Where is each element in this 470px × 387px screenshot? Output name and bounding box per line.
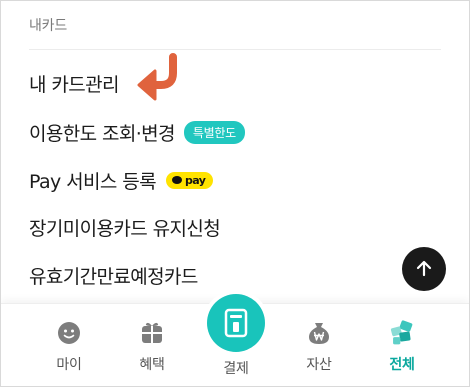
arrow-up-icon (416, 260, 432, 277)
menu-item-label: 내 카드관리 (29, 73, 119, 96)
card-menu-screen: 내카드 내 카드관리 이용한도 조회·변경 특별한도 Pay 서비스 등록 pa… (0, 0, 470, 387)
tab-label: 전체 (389, 357, 415, 373)
scroll-top-button[interactable] (402, 247, 446, 291)
won-bag-icon (306, 320, 332, 346)
curved-arrow-left-icon (137, 53, 177, 101)
menu-item-label: Pay 서비스 등록 (29, 170, 157, 193)
menu-item-label: 장기미이용카드 유지신청 (29, 217, 221, 240)
menu-item-limit-inquiry[interactable]: 이용한도 조회·변경 특별한도 (29, 117, 245, 147)
all-menu-icon (389, 320, 415, 346)
card-slot-icon (207, 294, 265, 352)
tab-label: 결제 (223, 361, 249, 377)
section-divider (29, 49, 441, 50)
menu-item-my-card-manage[interactable]: 내 카드관리 (29, 68, 119, 98)
gift-box-icon (139, 320, 165, 346)
tab-pay[interactable]: 결제 (205, 294, 267, 378)
menu-item-label: 유효기간만료예정카드 (29, 265, 198, 288)
smiley-face-icon (56, 320, 82, 346)
tab-label: 자산 (306, 357, 332, 373)
section-title: 내카드 (29, 18, 68, 34)
tab-all[interactable]: 전체 (372, 320, 432, 374)
menu-item-expiring-cards[interactable]: 유효기간만료예정카드 (29, 260, 198, 290)
menu-item-pay-service[interactable]: Pay 서비스 등록 pay (29, 165, 214, 195)
special-limit-badge: 특별한도 (183, 120, 245, 144)
menu-item-label: 이용한도 조회·변경 (29, 122, 176, 145)
tab-label: 마이 (56, 357, 82, 373)
bottom-tab-bar: 마이 혜택 결제 자산 전체 (1, 294, 469, 386)
tab-label: 혜택 (139, 357, 165, 373)
menu-item-long-term-unused[interactable]: 장기미이용카드 유지신청 (29, 212, 221, 242)
tab-my[interactable]: 마이 (39, 320, 99, 374)
pay-badge-label: pay (184, 173, 206, 187)
kakaopay-badge: pay (165, 171, 214, 189)
tab-asset[interactable]: 자산 (289, 320, 349, 374)
chat-bubble-icon (171, 176, 182, 184)
tab-benefit[interactable]: 혜택 (122, 320, 182, 374)
